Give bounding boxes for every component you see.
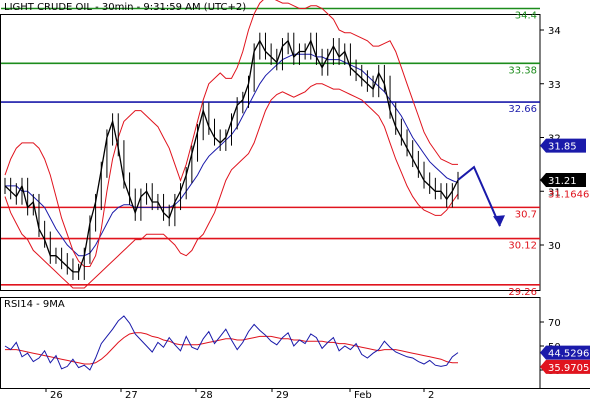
level-label: 33.38 bbox=[508, 65, 537, 76]
forecast-arrowhead bbox=[493, 215, 505, 227]
price-y-tick-label: 30 bbox=[548, 241, 561, 252]
level-label: 30.12 bbox=[508, 241, 537, 252]
rsi-y-tick-label: 70 bbox=[548, 318, 561, 329]
price-y-tick-label: 34 bbox=[548, 26, 561, 37]
rsi-chart-title: RSI14 - 9MA bbox=[4, 299, 65, 310]
x-tick-label: Feb bbox=[354, 390, 372, 400]
rsi-tag-label: 44.5296 bbox=[548, 349, 589, 360]
level-label: 29.26 bbox=[508, 287, 537, 298]
price-chart-title: LIGHT CRUDE OIL - 30min - 9:31:59 AM (UT… bbox=[4, 2, 247, 13]
chart-svg: 343332313070503026272829Feb234.433.3832.… bbox=[0, 0, 590, 400]
level-label: 34.4 bbox=[515, 11, 537, 22]
x-tick-label: 29 bbox=[276, 390, 289, 400]
level-label: 32.66 bbox=[508, 104, 537, 115]
price-tag-label: 31.85 bbox=[548, 142, 577, 153]
price-tag-label: 31.21 bbox=[548, 176, 577, 187]
price-y-tick-label: 33 bbox=[548, 80, 561, 91]
forecast-arrow bbox=[457, 165, 501, 227]
level-label: 30.7 bbox=[515, 209, 537, 220]
price-line bbox=[4, 39, 459, 273]
rsi-tag-label: 35.9705 bbox=[548, 363, 589, 374]
price-tag-label: 31.1646 bbox=[548, 189, 589, 200]
x-tick-label: 26 bbox=[50, 390, 63, 400]
rsi-panel-frame bbox=[0, 297, 541, 389]
x-tick-label: 28 bbox=[200, 390, 213, 400]
x-tick-label: 2 bbox=[428, 390, 434, 400]
x-tick-label: 27 bbox=[125, 390, 138, 400]
